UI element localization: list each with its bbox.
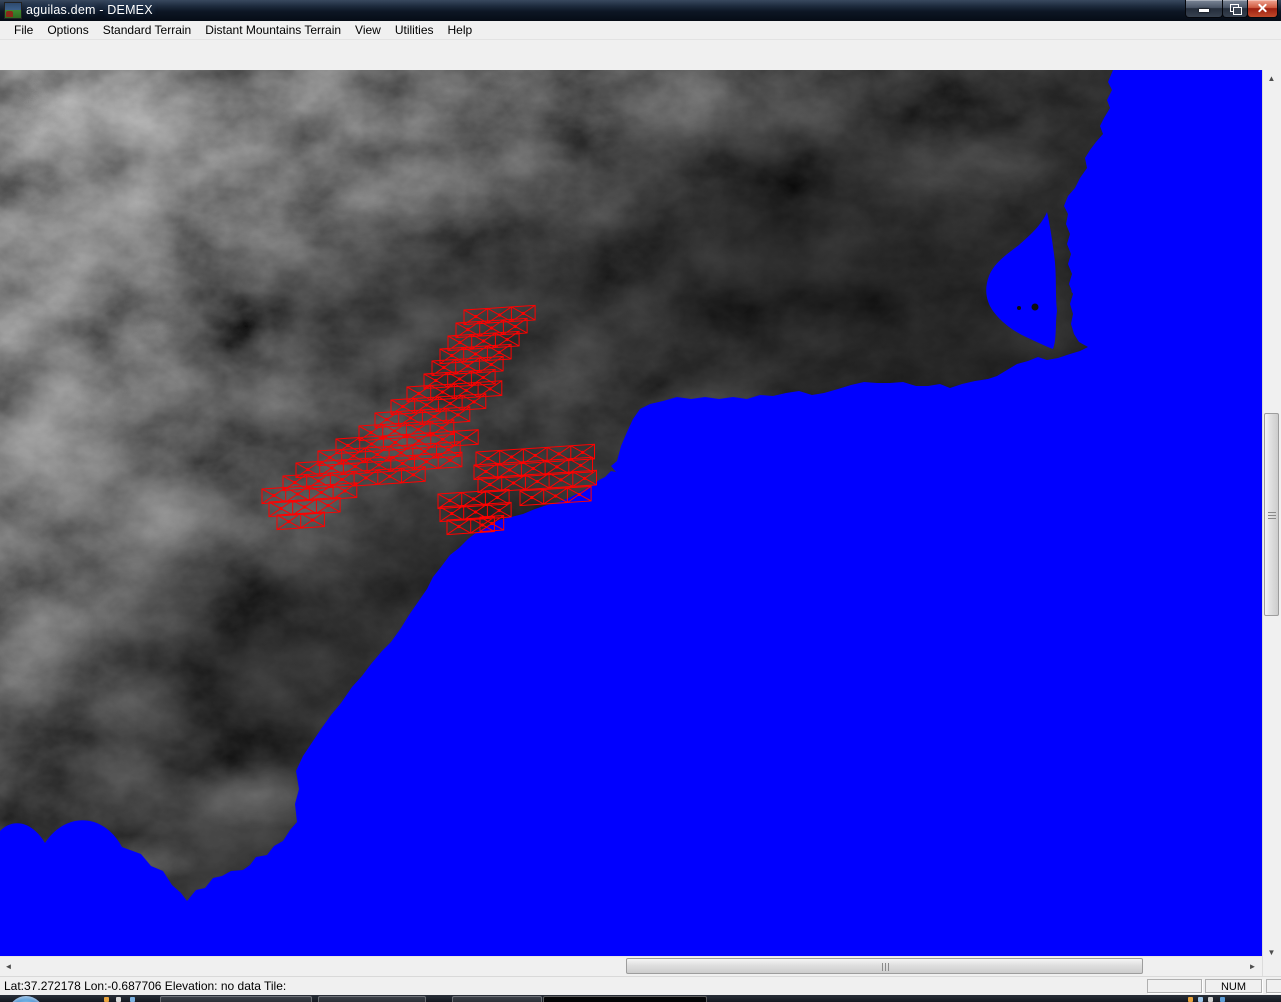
scroll-right-arrow[interactable]: ► [1244,958,1261,975]
start-button-orb[interactable] [8,996,44,1002]
scroll-left-arrow[interactable]: ◄ [0,958,17,975]
quicklaunch-icon[interactable] [104,997,109,1002]
map-viewport[interactable] [0,70,1262,956]
tray-icon[interactable] [1208,997,1213,1002]
menu-item-distant-mountains-terrain[interactable]: Distant Mountains Terrain [198,21,348,39]
menu-bar: File Options Standard Terrain Distant Mo… [0,21,1281,40]
menu-item-options[interactable]: Options [40,21,95,39]
menu-item-view[interactable]: View [348,21,388,39]
menu-item-utilities[interactable]: Utilities [388,21,441,39]
tray-icon[interactable] [1188,997,1193,1002]
taskbar-button[interactable] [452,996,542,1002]
scroll-up-arrow[interactable]: ▲ [1263,70,1280,87]
vertical-scrollbar[interactable]: ▲ ▼ [1262,70,1281,976]
maximize-restore-button[interactable] [1222,0,1248,18]
quicklaunch-icon[interactable] [116,997,121,1002]
vertical-scrollbar-thumb[interactable] [1264,413,1279,616]
scroll-down-arrow[interactable]: ▼ [1263,944,1280,961]
title-bar: aguilas.dem - DEMEX [0,0,1281,22]
window-title: aguilas.dem - DEMEX [26,3,153,17]
close-button[interactable] [1247,0,1278,18]
menu-item-standard-terrain[interactable]: Standard Terrain [96,21,199,39]
minimize-button[interactable] [1185,0,1223,18]
num-lock-indicator: NUM [1205,979,1262,993]
sea-specks [1072,289,1077,294]
taskbar-button[interactable] [318,996,426,1002]
app-icon [4,2,22,19]
tray-icon[interactable] [1198,997,1203,1002]
dem-terrain-view [0,70,1262,956]
toolbar: std All Al ? [0,40,1281,71]
menu-item-file[interactable]: File [7,21,40,39]
taskbar-button[interactable] [160,996,312,1002]
status-bar: Lat:37.272178 Lon:-0.687706 Elevation: n… [0,976,1281,995]
tray-icon[interactable] [1220,997,1225,1002]
horizontal-scrollbar[interactable]: ◄ ► [0,956,1262,976]
horizontal-scrollbar-thumb[interactable] [626,958,1143,974]
status-panel-1 [1147,979,1202,993]
taskbar-button-active[interactable] [543,996,707,1002]
menu-item-help[interactable]: Help [441,21,480,39]
windows-taskbar[interactable] [0,995,1281,1002]
status-panel-3 [1266,979,1281,993]
quicklaunch-icon[interactable] [130,997,135,1002]
coordinate-readout: Lat:37.272178 Lon:-0.687706 Elevation: n… [4,979,286,993]
